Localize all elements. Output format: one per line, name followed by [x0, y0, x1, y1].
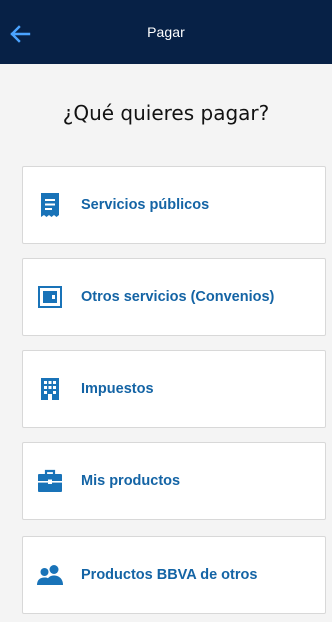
building-icon	[36, 375, 64, 403]
page-title: Pagar	[147, 24, 185, 40]
option-label: Impuestos	[81, 381, 154, 397]
option-label: Mis productos	[81, 473, 181, 489]
option-productos-bbva-otros[interactable]: Productos BBVA de otros	[22, 536, 326, 614]
people-icon	[36, 561, 64, 589]
option-servicios-publicos[interactable]: Servicios públicos	[22, 166, 326, 244]
option-mis-productos[interactable]: Mis productos	[22, 442, 326, 520]
card-box-icon	[36, 283, 64, 311]
option-label: Otros servicios (Convenios)	[81, 289, 275, 305]
briefcase-icon	[36, 467, 64, 495]
receipt-icon	[36, 191, 64, 219]
option-label: Productos BBVA de otros	[81, 567, 258, 583]
option-otros-servicios[interactable]: Otros servicios (Convenios)	[22, 258, 326, 336]
question-heading: ¿Qué quieres pagar?	[62, 101, 270, 125]
option-label: Servicios públicos	[81, 197, 210, 213]
option-impuestos[interactable]: Impuestos	[22, 350, 326, 428]
top-app-bar: Pagar	[0, 0, 332, 64]
